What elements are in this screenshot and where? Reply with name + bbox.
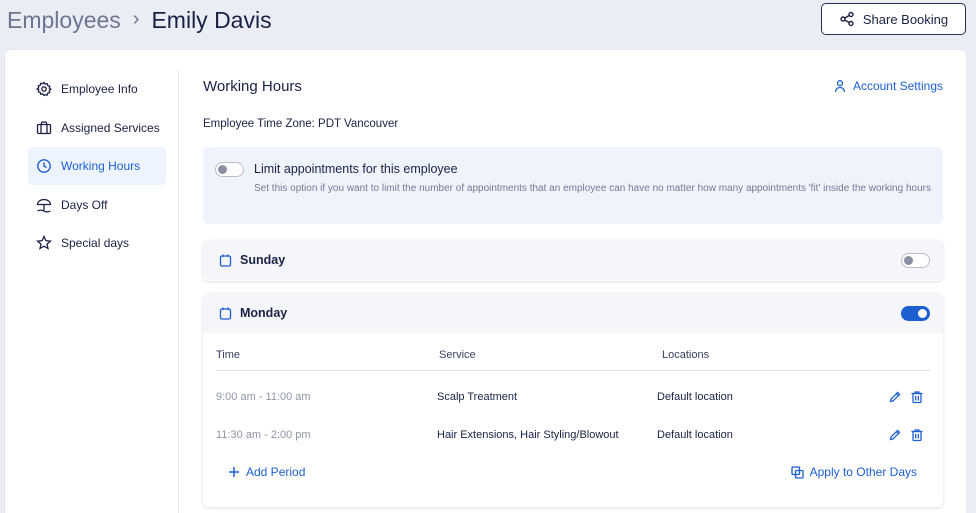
limit-appointments-box: Limit appointments for this employee Set… xyxy=(203,147,943,224)
limit-appointments-title: Limit appointments for this employee xyxy=(254,162,458,176)
table-row: 11:30 am - 2:00 pm Hair Extensions, Hair… xyxy=(216,426,930,446)
table-row: 9:00 am - 11:00 am Scalp Treatment Defau… xyxy=(216,388,930,408)
apply-to-other-days-label: Apply to Other Days xyxy=(809,465,917,479)
sidebar: Employee Info Assigned Services Working … xyxy=(28,70,166,263)
sidebar-item-working-hours[interactable]: Working Hours xyxy=(28,147,166,185)
star-icon xyxy=(36,235,52,250)
sidebar-item-assigned-services[interactable]: Assigned Services xyxy=(28,109,166,147)
plus-icon xyxy=(229,467,239,477)
sidebar-divider xyxy=(178,70,179,513)
row-service: Hair Extensions, Hair Styling/Blowout xyxy=(437,429,619,441)
clock-icon xyxy=(37,159,51,173)
column-header-locations: Locations xyxy=(662,349,710,361)
account-settings-label: Account Settings xyxy=(852,79,943,93)
limit-appointments-description: Set this option if you want to limit the… xyxy=(254,183,931,194)
beach-umbrella-icon xyxy=(36,198,52,213)
sidebar-item-label: Assigned Services xyxy=(61,120,160,135)
apply-to-other-days-button[interactable]: Apply to Other Days xyxy=(790,465,917,479)
day-header[interactable]: Monday xyxy=(203,293,943,333)
sidebar-item-label: Employee Info xyxy=(61,82,138,96)
breadcrumb-employees-link[interactable]: Employees xyxy=(7,7,121,34)
sunday-toggle[interactable] xyxy=(901,253,930,268)
sidebar-item-employee-info[interactable]: Employee Info xyxy=(28,70,166,108)
column-header-service: Service xyxy=(439,349,476,361)
row-time: 9:00 am - 11:00 am xyxy=(216,391,311,403)
sidebar-item-special-days[interactable]: Special days xyxy=(28,224,166,262)
employee-card: Employee Info Assigned Services Working … xyxy=(5,50,966,513)
row-location: Default location xyxy=(657,429,733,441)
share-icon xyxy=(840,11,854,27)
add-period-button[interactable]: Add Period xyxy=(228,465,305,479)
day-header[interactable]: Sunday xyxy=(203,240,943,280)
day-name: Sunday xyxy=(240,253,286,267)
calendar-icon xyxy=(219,307,232,320)
edit-icon[interactable] xyxy=(888,428,902,442)
breadcrumb: Employees › Emily Davis xyxy=(7,4,272,36)
briefcase-icon xyxy=(36,120,52,134)
limit-appointments-toggle[interactable] xyxy=(215,162,244,177)
row-time: 11:30 am - 2:00 pm xyxy=(216,429,311,441)
share-booking-label: Share Booking xyxy=(862,11,949,27)
user-icon xyxy=(834,80,846,93)
share-booking-button[interactable]: Share Booking xyxy=(821,3,966,35)
sidebar-item-days-off[interactable]: Days Off xyxy=(28,186,166,224)
section-title: Working Hours xyxy=(203,78,302,95)
calendar-icon xyxy=(219,254,232,267)
account-settings-link[interactable]: Account Settings xyxy=(833,79,943,93)
row-service: Scalp Treatment xyxy=(437,391,518,403)
monday-toggle[interactable] xyxy=(901,306,930,321)
employee-timezone: Employee Time Zone: PDT Vancouver xyxy=(203,118,399,130)
sidebar-item-label: Days Off xyxy=(61,197,108,212)
table-header: Time Service Locations xyxy=(216,347,930,371)
copy-icon xyxy=(790,465,804,479)
sidebar-item-label: Special days xyxy=(61,236,130,250)
day-name: Monday xyxy=(240,306,288,320)
day-sunday: Sunday xyxy=(203,240,943,281)
trash-icon[interactable] xyxy=(910,390,924,404)
trash-icon[interactable] xyxy=(910,428,924,442)
row-location: Default location xyxy=(657,391,733,403)
edit-icon[interactable] xyxy=(888,390,902,404)
page-title: Emily Davis xyxy=(151,6,272,33)
sidebar-item-label: Working Hours xyxy=(61,159,141,173)
add-period-label: Add Period xyxy=(246,465,306,479)
column-header-time: Time xyxy=(216,349,241,361)
day-monday: Monday Time Service Locations 9:00 am - … xyxy=(203,293,943,507)
breadcrumb-separator: › xyxy=(132,7,140,30)
gear-icon xyxy=(36,81,52,97)
